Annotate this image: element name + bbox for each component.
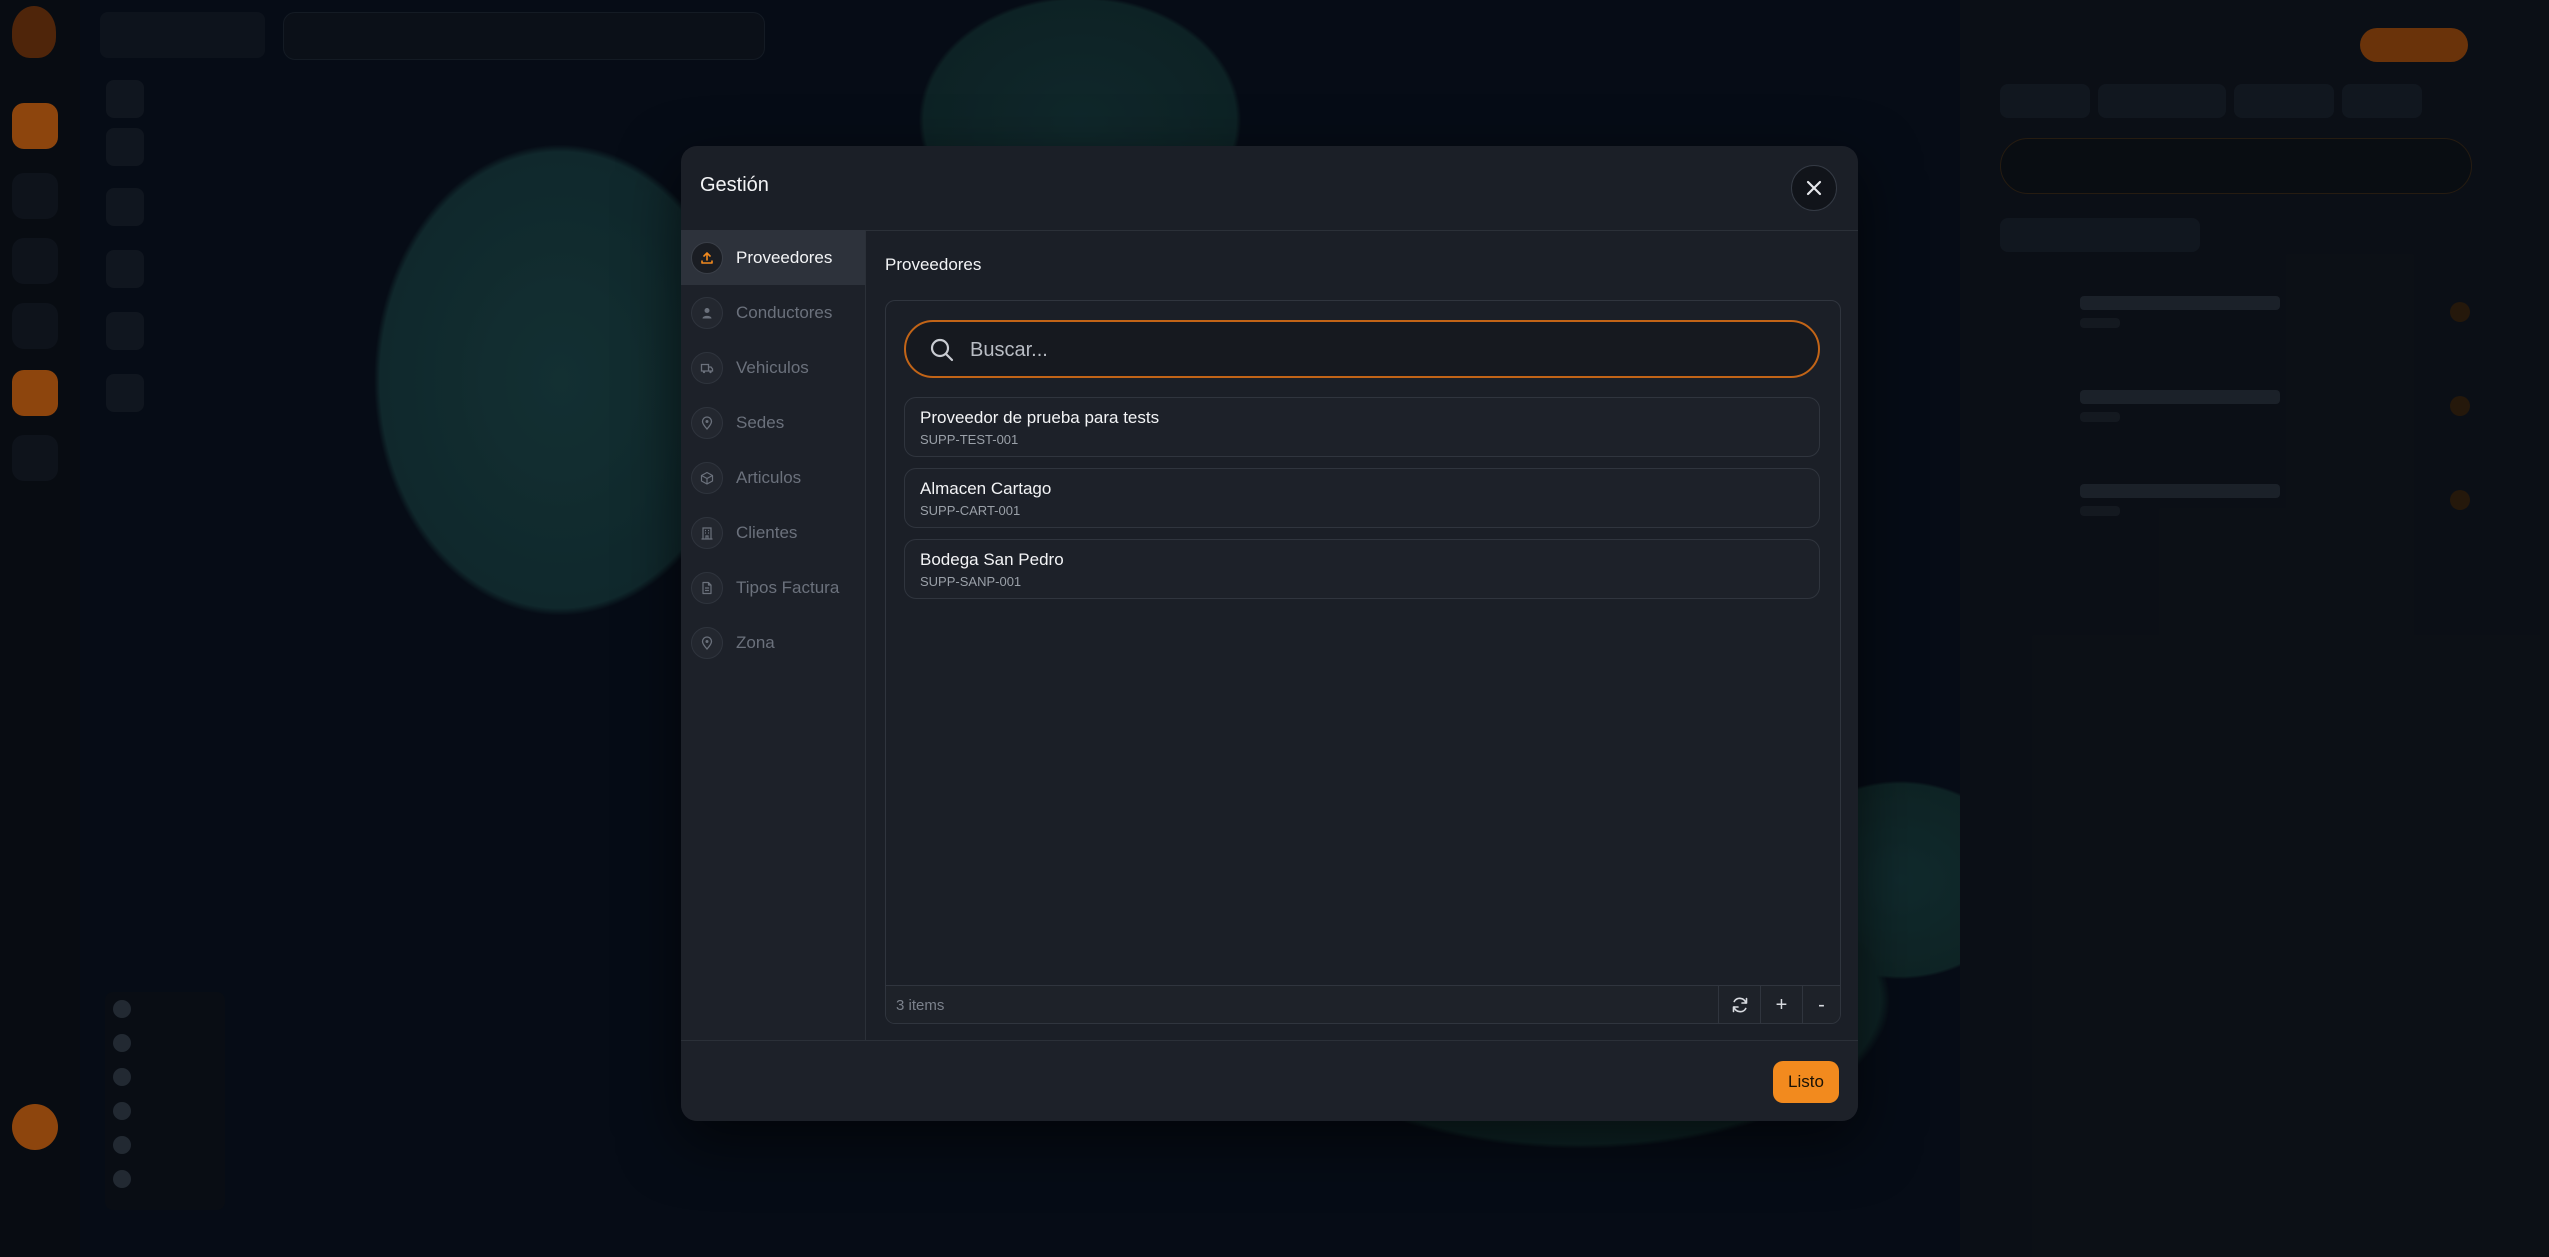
section-title: Proveedores	[885, 255, 982, 274]
management-nav: Proveedores Conductores Vehiculos Sedes …	[681, 230, 866, 1040]
nav-item-label: Conductores	[736, 302, 833, 322]
supplier-code: SUPP-SANP-001	[920, 574, 1022, 589]
refresh-button[interactable]	[1718, 986, 1760, 1023]
nav-item-label: Tipos Factura	[736, 577, 840, 597]
document-icon	[691, 571, 723, 604]
nav-item-label: Clientes	[736, 522, 798, 542]
nav-item-zona[interactable]: Zona	[681, 615, 865, 670]
supplier-code: SUPP-TEST-001	[920, 432, 1019, 447]
nav-item-label: Articulos	[736, 467, 802, 487]
management-modal: Gestión Proveedores Conductores Vehiculo…	[681, 146, 1858, 1121]
list-item[interactable]: Almacen Cartago SUPP-CART-001	[904, 468, 1820, 528]
nav-item-tipos-factura[interactable]: Tipos Factura	[681, 560, 865, 615]
list-item[interactable]: Proveedor de prueba para tests SUPP-TEST…	[904, 397, 1820, 457]
nav-item-sedes[interactable]: Sedes	[681, 395, 865, 450]
refresh-icon	[1732, 997, 1747, 1013]
close-icon	[1806, 180, 1822, 196]
search-input[interactable]	[968, 322, 1802, 378]
nav-item-label: Zona	[736, 632, 775, 652]
nav-item-label: Proveedores	[736, 247, 833, 267]
add-button[interactable]: +	[1760, 986, 1802, 1023]
supplier-name: Proveedor de prueba para tests	[920, 408, 1160, 427]
modal-footer: Listo	[681, 1040, 1858, 1121]
search-box	[904, 320, 1820, 378]
nav-item-vehiculos[interactable]: Vehiculos	[681, 340, 865, 395]
upload-icon	[691, 241, 723, 274]
user-icon	[691, 296, 723, 329]
location-pin-icon	[691, 626, 723, 659]
close-button[interactable]	[1791, 165, 1837, 211]
remove-button[interactable]: -	[1802, 986, 1840, 1023]
list-item[interactable]: Bodega San Pedro SUPP-SANP-001	[904, 539, 1820, 599]
nav-item-conductores[interactable]: Conductores	[681, 285, 865, 340]
done-button[interactable]: Listo	[1773, 1061, 1839, 1103]
nav-item-proveedores[interactable]: Proveedores	[681, 230, 865, 285]
supplier-code: SUPP-CART-001	[920, 503, 1021, 518]
items-count: 3 items	[896, 997, 945, 1014]
truck-icon	[691, 351, 723, 384]
nav-item-clientes[interactable]: Clientes	[681, 505, 865, 560]
building-icon	[691, 516, 723, 549]
search-icon	[930, 338, 954, 362]
panel-footer: 3 items + -	[886, 985, 1840, 1023]
box-icon	[691, 461, 723, 494]
nav-item-articulos[interactable]: Articulos	[681, 450, 865, 505]
modal-header: Gestión	[681, 146, 1858, 231]
nav-item-label: Vehiculos	[736, 357, 809, 377]
content-area: Proveedores Proveedor de prueba para tes…	[866, 230, 1858, 1040]
suppliers-panel: Proveedor de prueba para tests SUPP-TEST…	[885, 300, 1841, 1024]
modal-title: Gestión	[700, 174, 769, 196]
supplier-name: Bodega San Pedro	[920, 550, 1064, 569]
supplier-name: Almacen Cartago	[920, 479, 1052, 498]
location-pin-icon	[691, 406, 723, 439]
nav-item-label: Sedes	[736, 412, 785, 432]
